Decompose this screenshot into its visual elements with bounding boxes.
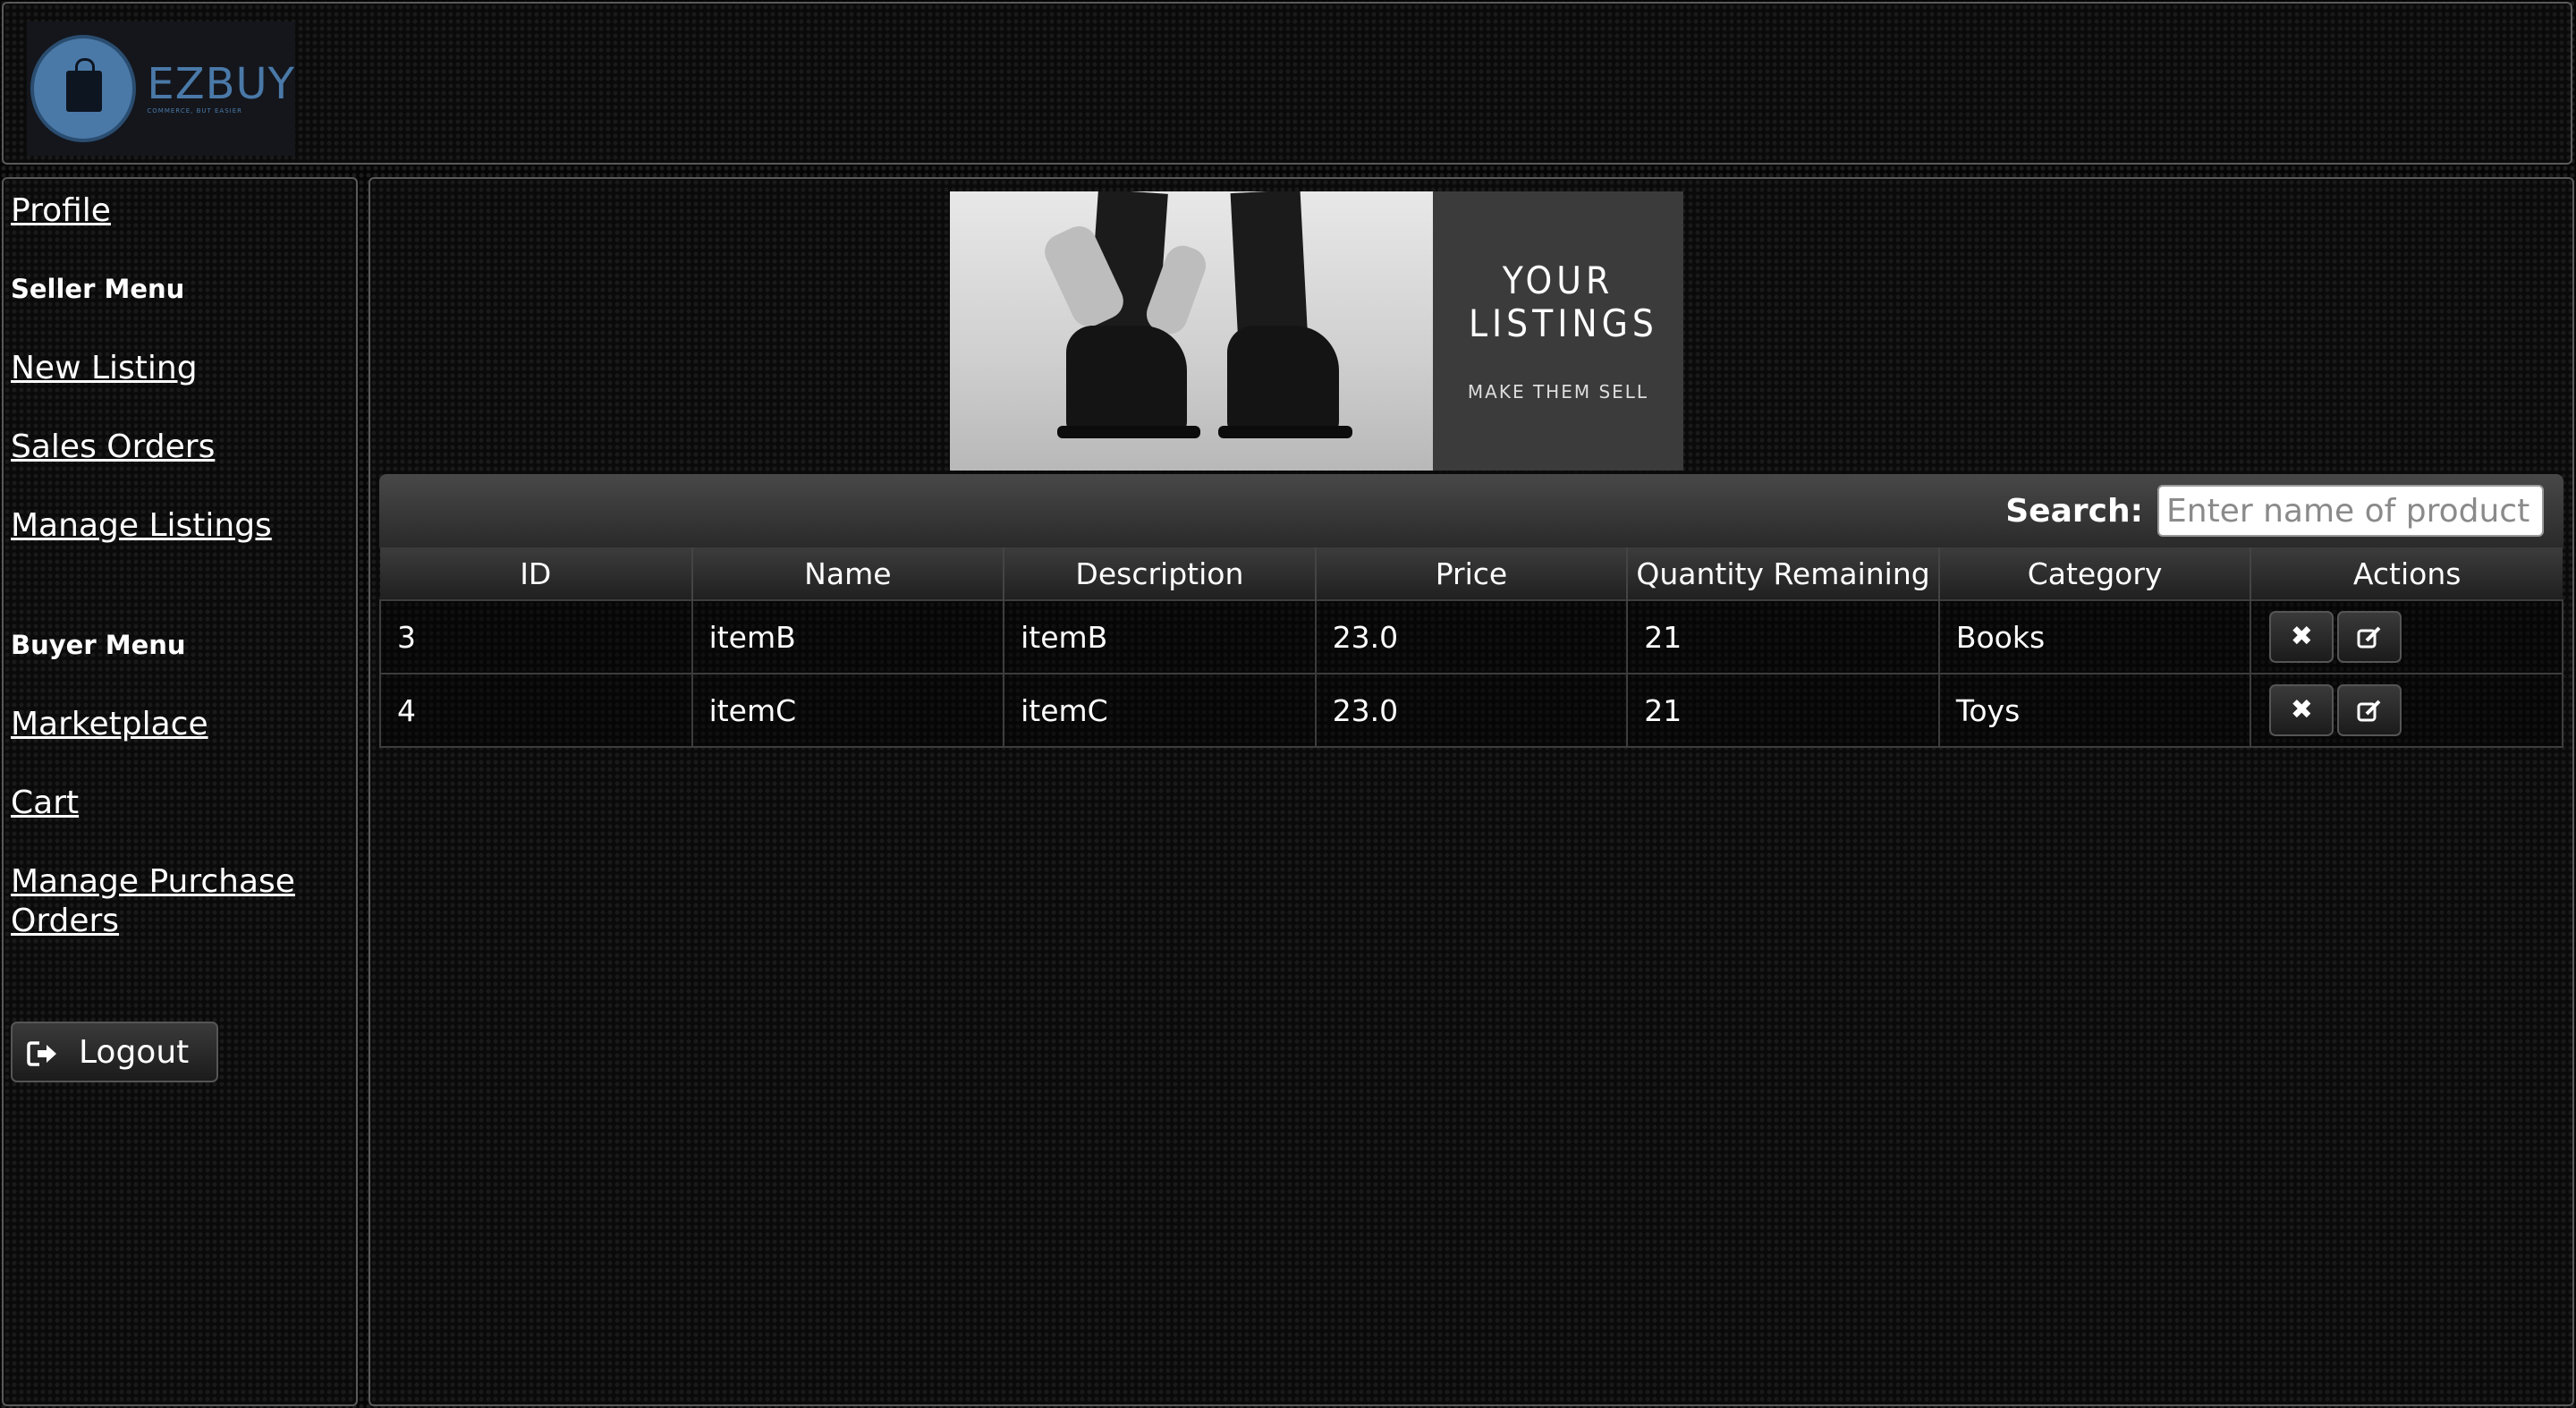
logout-label: Logout [79, 1033, 190, 1071]
listings-banner: YOUR LISTINGS MAKE THEM SELL [950, 191, 1683, 471]
banner-card: YOUR LISTINGS MAKE THEM SELL [1433, 191, 1683, 471]
edit-icon [2356, 694, 2383, 725]
cell-price: 23.0 [1314, 599, 1629, 674]
delete-button[interactable]: ✖ [2269, 611, 2334, 663]
cell-description: itemB [1003, 599, 1317, 674]
delete-button[interactable]: ✖ [2269, 684, 2334, 736]
column-header-description[interactable]: Description [1003, 547, 1316, 600]
sidebar: Profile Seller Menu New Listing Sales Or… [2, 177, 358, 1406]
header: EZBUY COMMERCE, BUT EASIER [2, 2, 2572, 165]
cell-name: itemC [691, 673, 1005, 748]
cell-actions: ✖ [2250, 673, 2563, 748]
cell-id: 4 [379, 673, 693, 748]
edit-button[interactable] [2337, 611, 2402, 663]
table-row: 4 itemC itemC 23.0 21 Toys ✖ [379, 673, 2563, 748]
cell-price: 23.0 [1314, 673, 1629, 748]
cell-category: Toys [1937, 673, 2252, 748]
cell-description: itemC [1003, 673, 1317, 748]
listings-table-container: Search: ID Name Description Price Quanti… [379, 474, 2563, 748]
column-header-price[interactable]: Price [1314, 547, 1628, 600]
buyer-menu-heading: Buyer Menu [11, 630, 186, 660]
sign-out-icon [27, 1039, 59, 1066]
cell-id: 3 [379, 599, 693, 674]
search-label: Search: [2005, 492, 2143, 530]
logout-button[interactable]: Logout [11, 1022, 218, 1082]
delete-icon: ✖ [2290, 694, 2313, 725]
main-content: YOUR LISTINGS MAKE THEM SELL Search: ID … [369, 177, 2574, 1406]
sidebar-item-profile[interactable]: Profile [11, 191, 111, 231]
delete-icon: ✖ [2290, 621, 2313, 652]
boots-photo [950, 191, 1433, 471]
cell-actions: ✖ [2250, 599, 2563, 674]
cell-category: Books [1937, 599, 2252, 674]
cell-quantity: 21 [1626, 673, 1940, 748]
table-row: 3 itemB itemB 23.0 21 Books ✖ [379, 599, 2563, 674]
listings-table: ID Name Description Price Quantity Remai… [379, 547, 2563, 748]
edit-icon [2356, 621, 2383, 652]
sidebar-item-manage-listings[interactable]: Manage Listings [11, 506, 272, 546]
sidebar-item-manage-purchase-orders[interactable]: Manage Purchase Orders [11, 862, 315, 941]
cell-name: itemB [691, 599, 1005, 674]
column-header-actions: Actions [2250, 547, 2563, 600]
table-toolbar: Search: [379, 474, 2563, 547]
banner-subtitle: MAKE THEM SELL [1467, 381, 1649, 403]
sidebar-item-marketplace[interactable]: Marketplace [11, 705, 208, 744]
cell-quantity: 21 [1626, 599, 1940, 674]
table-header-row: ID Name Description Price Quantity Remai… [380, 547, 2563, 600]
column-header-name[interactable]: Name [691, 547, 1004, 600]
column-header-category[interactable]: Category [1937, 547, 2251, 600]
column-header-quantity[interactable]: Quantity Remaining [1626, 547, 1939, 600]
column-header-id[interactable]: ID [380, 547, 692, 600]
seller-menu-heading: Seller Menu [11, 274, 185, 304]
sidebar-item-sales-orders[interactable]: Sales Orders [11, 428, 215, 467]
logo-name: EZBUY [147, 59, 295, 109]
banner-title: YOUR LISTINGS [1469, 259, 1658, 345]
shopping-bag-icon [30, 35, 137, 142]
search-input[interactable] [2157, 485, 2544, 537]
sidebar-item-cart[interactable]: Cart [11, 784, 79, 823]
sidebar-item-new-listing[interactable]: New Listing [11, 349, 198, 388]
logo[interactable]: EZBUY COMMERCE, BUT EASIER [27, 21, 295, 156]
edit-button[interactable] [2337, 684, 2402, 736]
